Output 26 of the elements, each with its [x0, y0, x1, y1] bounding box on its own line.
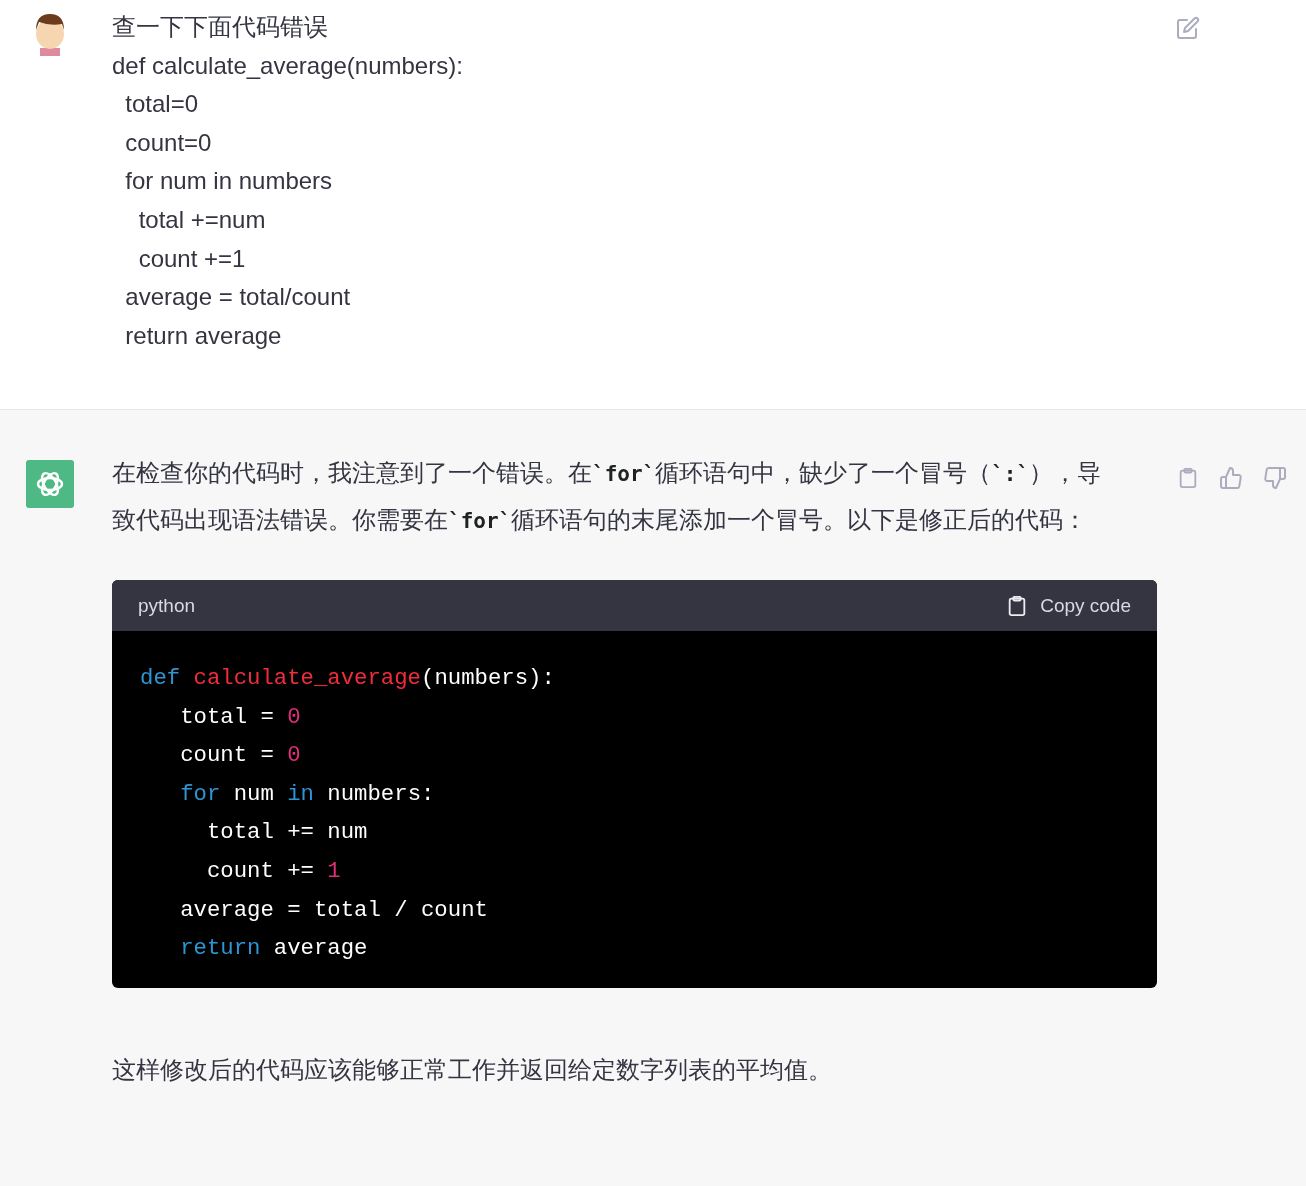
- code-line: total = 0: [179, 702, 302, 732]
- thumbs-up-icon[interactable]: [1219, 466, 1243, 490]
- code-line: count += 1: [205, 856, 342, 886]
- answer-paragraph: 这样修改后的代码应该能够正常工作并返回给定数字列表的平均值。: [112, 1054, 833, 1085]
- message-line: 查一下下面代码错误: [112, 12, 329, 42]
- code-line: def calculate_average(numbers):: [140, 664, 556, 693]
- answer-paragraph: 在检查你的代码时，我注意到了一个错误。在`for`循环语句中，缺少了一个冒号（`:`），导致代码出现语法错误。你需要在`for`循环语句的末尾添加一个冒号。以下是修正后的代码：: [112, 458, 1103, 535]
- code-line: for num in numbers:: [179, 779, 436, 809]
- logo-icon: [26, 460, 74, 508]
- message-line: return average: [124, 320, 283, 351]
- language-label: python: [138, 594, 196, 617]
- code-line: return average: [179, 934, 369, 964]
- edit-icon[interactable]: [1176, 16, 1200, 40]
- code-line: count = 0: [179, 741, 302, 771]
- clipboard-icon[interactable]: [1177, 466, 1199, 490]
- message-line: total +=num: [137, 204, 267, 235]
- message-line: count=0: [124, 127, 213, 158]
- copy-code-button[interactable]: Copy code: [1006, 593, 1131, 618]
- message-line: for num in numbers: [124, 166, 334, 197]
- code-line: average = total / count: [179, 895, 489, 925]
- message-line: total=0: [124, 89, 200, 120]
- thumbs-down-icon[interactable]: [1263, 466, 1287, 490]
- message-line: count +=1: [137, 243, 247, 274]
- message-line: def calculate_average(numbers):: [112, 50, 464, 81]
- code-line: total += num: [205, 818, 369, 848]
- message-line: average = total/count: [124, 282, 352, 313]
